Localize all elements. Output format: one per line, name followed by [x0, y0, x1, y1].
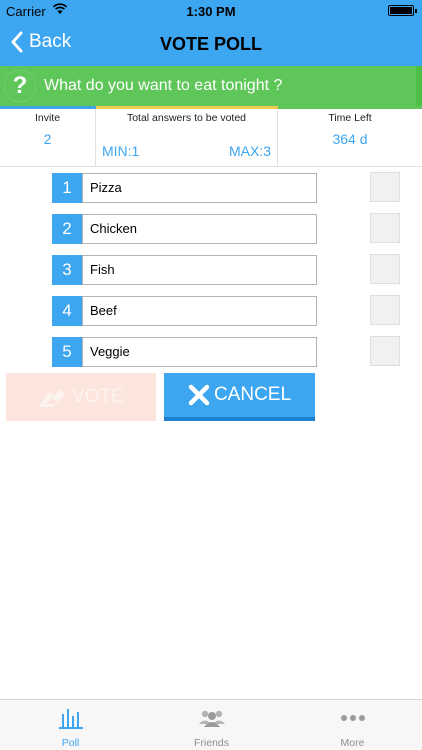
- total-answers-label: Total answers to be voted: [126, 112, 247, 124]
- option-label: Pizza: [82, 173, 317, 203]
- option-row: 1 Pizza: [0, 172, 422, 204]
- option-label: Chicken: [82, 214, 317, 244]
- friends-icon: [141, 706, 282, 730]
- option-row: 3 Fish: [0, 254, 422, 286]
- option-checkbox[interactable]: [370, 254, 400, 284]
- option-checkbox[interactable]: [370, 336, 400, 366]
- status-time: 1:30 PM: [186, 4, 236, 19]
- tab-bar: Poll Friends More: [0, 699, 422, 750]
- tab-poll[interactable]: Poll: [0, 700, 141, 750]
- tab-poll-label: Poll: [61, 737, 80, 749]
- option-checkbox[interactable]: [370, 172, 400, 202]
- invite-label: Invite: [34, 112, 61, 124]
- status-bar: Carrier 1:30 PM: [0, 0, 422, 22]
- option-row: 5 Veggie: [0, 336, 422, 368]
- battery-icon: [388, 5, 417, 16]
- navigation-bar: Back VOTE POLL: [0, 22, 422, 66]
- vote-label: VOTE: [72, 386, 124, 407]
- time-left-value: 364 d: [332, 131, 368, 147]
- page-title: VOTE POLL: [159, 34, 262, 54]
- cancel-button[interactable]: CANCEL: [164, 373, 315, 421]
- option-number: 2: [52, 214, 82, 244]
- tab-friends[interactable]: Friends: [141, 700, 282, 750]
- max-answers: MAX:3: [228, 143, 271, 159]
- tab-more-label: More: [340, 737, 365, 749]
- option-row: 2 Chicken: [0, 213, 422, 245]
- tab-more[interactable]: More: [282, 700, 422, 750]
- time-left-stat: Time Left 364 d: [278, 109, 422, 167]
- tab-friends-label: Friends: [193, 737, 229, 749]
- option-number: 3: [52, 255, 82, 285]
- option-label: Fish: [82, 255, 317, 285]
- hand-vote-icon: [40, 389, 66, 407]
- option-row: 4 Beef: [0, 295, 422, 327]
- option-checkbox[interactable]: [370, 295, 400, 325]
- min-answers: MIN:1: [102, 143, 140, 159]
- question-text: What do you want to eat tonight ?: [44, 77, 283, 94]
- total-answers-stat: Total answers to be voted MIN:1 MAX:3: [96, 109, 278, 167]
- option-checkbox[interactable]: [370, 213, 400, 243]
- option-number: 1: [52, 173, 82, 203]
- question-banner-edge: [416, 66, 422, 106]
- close-icon: [188, 384, 210, 406]
- cancel-label: CANCEL: [213, 384, 292, 405]
- poll-stats: Invite 2 Total answers to be voted MIN:1…: [0, 109, 422, 167]
- more-icon: [282, 706, 422, 730]
- question-banner: ? What do you want to eat tonight ?: [0, 66, 422, 106]
- option-number: 4: [52, 296, 82, 326]
- time-left-label: Time Left: [328, 112, 372, 124]
- vote-button[interactable]: VOTE: [6, 373, 156, 421]
- option-label: Veggie: [82, 337, 317, 367]
- invite-stat: Invite 2: [0, 109, 96, 167]
- question-mark-icon: ?: [2, 68, 38, 104]
- option-number: 5: [52, 337, 82, 367]
- invite-value: 2: [43, 131, 52, 147]
- poll-icon: [0, 706, 141, 730]
- option-label: Beef: [82, 296, 317, 326]
- question-mark-glyph: ?: [4, 70, 36, 102]
